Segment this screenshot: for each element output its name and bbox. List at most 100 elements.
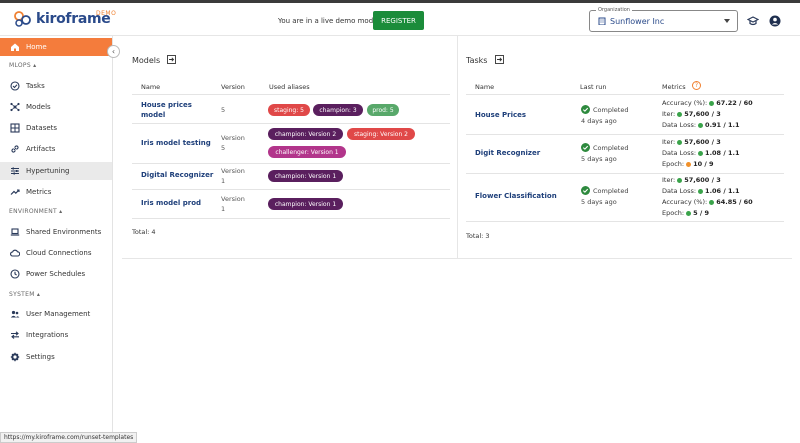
- status-dot-green: [709, 199, 715, 205]
- kiroframe-logo-icon: [14, 11, 31, 27]
- section-environment[interactable]: ENVIRONMENT ▴: [9, 208, 62, 215]
- status-dot-green: [698, 188, 704, 194]
- row-divider: [466, 221, 784, 222]
- sidebar-item-label: Tasks: [26, 82, 45, 90]
- section-system[interactable]: SYSTEM ▴: [9, 291, 40, 298]
- model-version: Version: [221, 134, 245, 142]
- model-version: Version: [221, 167, 245, 175]
- task-name-link[interactable]: House Prices: [475, 110, 526, 121]
- section-mlops[interactable]: MLOPS ▴: [9, 62, 36, 69]
- model-version: 1: [221, 205, 226, 213]
- account-icon[interactable]: [769, 15, 781, 27]
- task-name-link[interactable]: Digit Recognizer: [475, 148, 540, 159]
- sidebar-item-label: Cloud Connections: [26, 249, 92, 257]
- column-header-name[interactable]: Name: [475, 83, 494, 91]
- sidebar-item-hypertuning[interactable]: Hypertuning: [0, 162, 112, 180]
- check-circle-icon: [581, 105, 590, 114]
- status-dot-orange: [686, 161, 692, 167]
- users-icon: [10, 310, 20, 318]
- tune-sliders-icon: [11, 167, 19, 175]
- row-divider: [466, 173, 784, 174]
- open-page-icon[interactable]: [167, 55, 176, 64]
- task-status: Completed: [593, 187, 629, 195]
- sidebar-item-settings[interactable]: Settings: [0, 348, 112, 366]
- sidebar-item-label: Home: [26, 43, 47, 51]
- graduation-cap-icon[interactable]: [747, 15, 759, 27]
- open-page-icon[interactable]: [495, 55, 504, 64]
- register-button[interactable]: REGISTER: [373, 11, 424, 30]
- alias-chip: champion: Version 1: [268, 198, 343, 210]
- panel-divider: [457, 36, 458, 259]
- metric-line: Iter: 57,600 / 3: [662, 110, 721, 118]
- model-name-link[interactable]: Iris model testing: [141, 138, 211, 149]
- model-version: Version: [221, 195, 245, 203]
- sidebar-item-label: Hypertuning: [26, 167, 70, 175]
- sidebar-item-label: User Management: [26, 310, 91, 318]
- check-circle-icon: [581, 143, 590, 152]
- status-dot-green: [698, 122, 704, 128]
- sidebar-item-home[interactable]: Home: [0, 38, 112, 56]
- models-total: Total: 4: [132, 228, 156, 236]
- metric-line: Accuracy (%): 64.85 / 60: [662, 198, 753, 206]
- column-header-version[interactable]: Version: [221, 83, 245, 91]
- model-version: 5: [221, 106, 226, 114]
- check-circle-icon: [10, 81, 20, 91]
- status-dot-green: [677, 111, 683, 117]
- column-header-last-run[interactable]: Last run: [580, 83, 607, 91]
- model-version: 5: [221, 144, 226, 152]
- organization-select[interactable]: Organization Sunflower Inc: [589, 7, 738, 32]
- check-circle-icon: [581, 186, 590, 195]
- sidebar-item-metrics[interactable]: Metrics: [0, 183, 112, 201]
- sidebar-item-cloud-connections[interactable]: Cloud Connections: [0, 244, 112, 262]
- metric-line: Iter: 57,600 / 3: [662, 138, 721, 146]
- model-name-link[interactable]: model: [141, 110, 165, 121]
- task-name-link[interactable]: Flower Classification: [475, 191, 557, 202]
- tasks-title: Tasks: [466, 56, 488, 65]
- model-name-link[interactable]: Digital Recognizer: [141, 170, 213, 181]
- demo-badge: DEMO: [96, 10, 117, 17]
- browser-status-url: https://my.kiroframe.com/runset-template…: [0, 432, 138, 443]
- sidebar-item-power-schedules[interactable]: Power Schedules: [0, 265, 112, 283]
- models-network-icon: [10, 102, 20, 112]
- status-dot-green: [677, 139, 683, 145]
- sidebar-item-label: Power Schedules: [26, 270, 86, 278]
- column-header-name[interactable]: Name: [141, 83, 160, 91]
- sidebar-item-label: Shared Environments: [26, 228, 102, 236]
- sidebar-item-label: Datasets: [26, 124, 58, 132]
- metric-line: Data Loss: 0.91 / 1.1: [662, 121, 740, 129]
- organization-value: Sunflower Inc: [610, 17, 665, 26]
- sidebar-item-artifacts[interactable]: Artifacts: [0, 140, 112, 158]
- sidebar: Home MLOPS ▴ Tasks Models Datasets Artif…: [0, 36, 113, 443]
- metric-line: Accuracy (%): 67.22 / 60: [662, 99, 753, 107]
- model-name-link[interactable]: Iris model prod: [141, 198, 201, 209]
- alias-chip: staging: 5: [268, 104, 310, 116]
- task-last-run: 5 days ago: [581, 155, 617, 163]
- row-divider: [466, 94, 784, 95]
- row-divider: [132, 189, 450, 190]
- status-dot-green: [677, 177, 683, 183]
- alias-chip: prod: 5: [367, 104, 399, 116]
- sidebar-item-user-management[interactable]: User Management: [0, 305, 112, 323]
- clock-icon: [10, 269, 20, 279]
- alias-chip: staging: Version 2: [347, 128, 415, 140]
- task-status: Completed: [593, 106, 629, 114]
- organization-label: Organization: [596, 7, 632, 13]
- sidebar-item-tasks[interactable]: Tasks: [0, 77, 112, 95]
- sidebar-item-integrations[interactable]: Integrations: [0, 326, 112, 344]
- sidebar-item-shared-environments[interactable]: Shared Environments: [0, 223, 112, 241]
- help-icon[interactable]: ?: [692, 81, 701, 90]
- cloud-icon: [10, 249, 20, 257]
- laptop-icon: [10, 228, 20, 236]
- home-icon: [11, 43, 19, 51]
- metric-line: Data Loss: 1.08 / 1.1: [662, 149, 740, 157]
- gear-icon: [10, 352, 20, 362]
- tasks-total: Total: 3: [466, 232, 490, 240]
- sidebar-item-datasets[interactable]: Datasets: [0, 119, 112, 137]
- dataset-grid-icon: [10, 123, 20, 133]
- collapse-sidebar-button[interactable]: ‹: [107, 45, 120, 58]
- alias-chip: champion: Version 1: [268, 170, 343, 182]
- sidebar-item-models[interactable]: Models: [0, 98, 112, 116]
- metric-line: Iter: 57,600 / 3: [662, 176, 721, 184]
- status-dot-green: [698, 150, 704, 156]
- building-icon: [598, 17, 606, 25]
